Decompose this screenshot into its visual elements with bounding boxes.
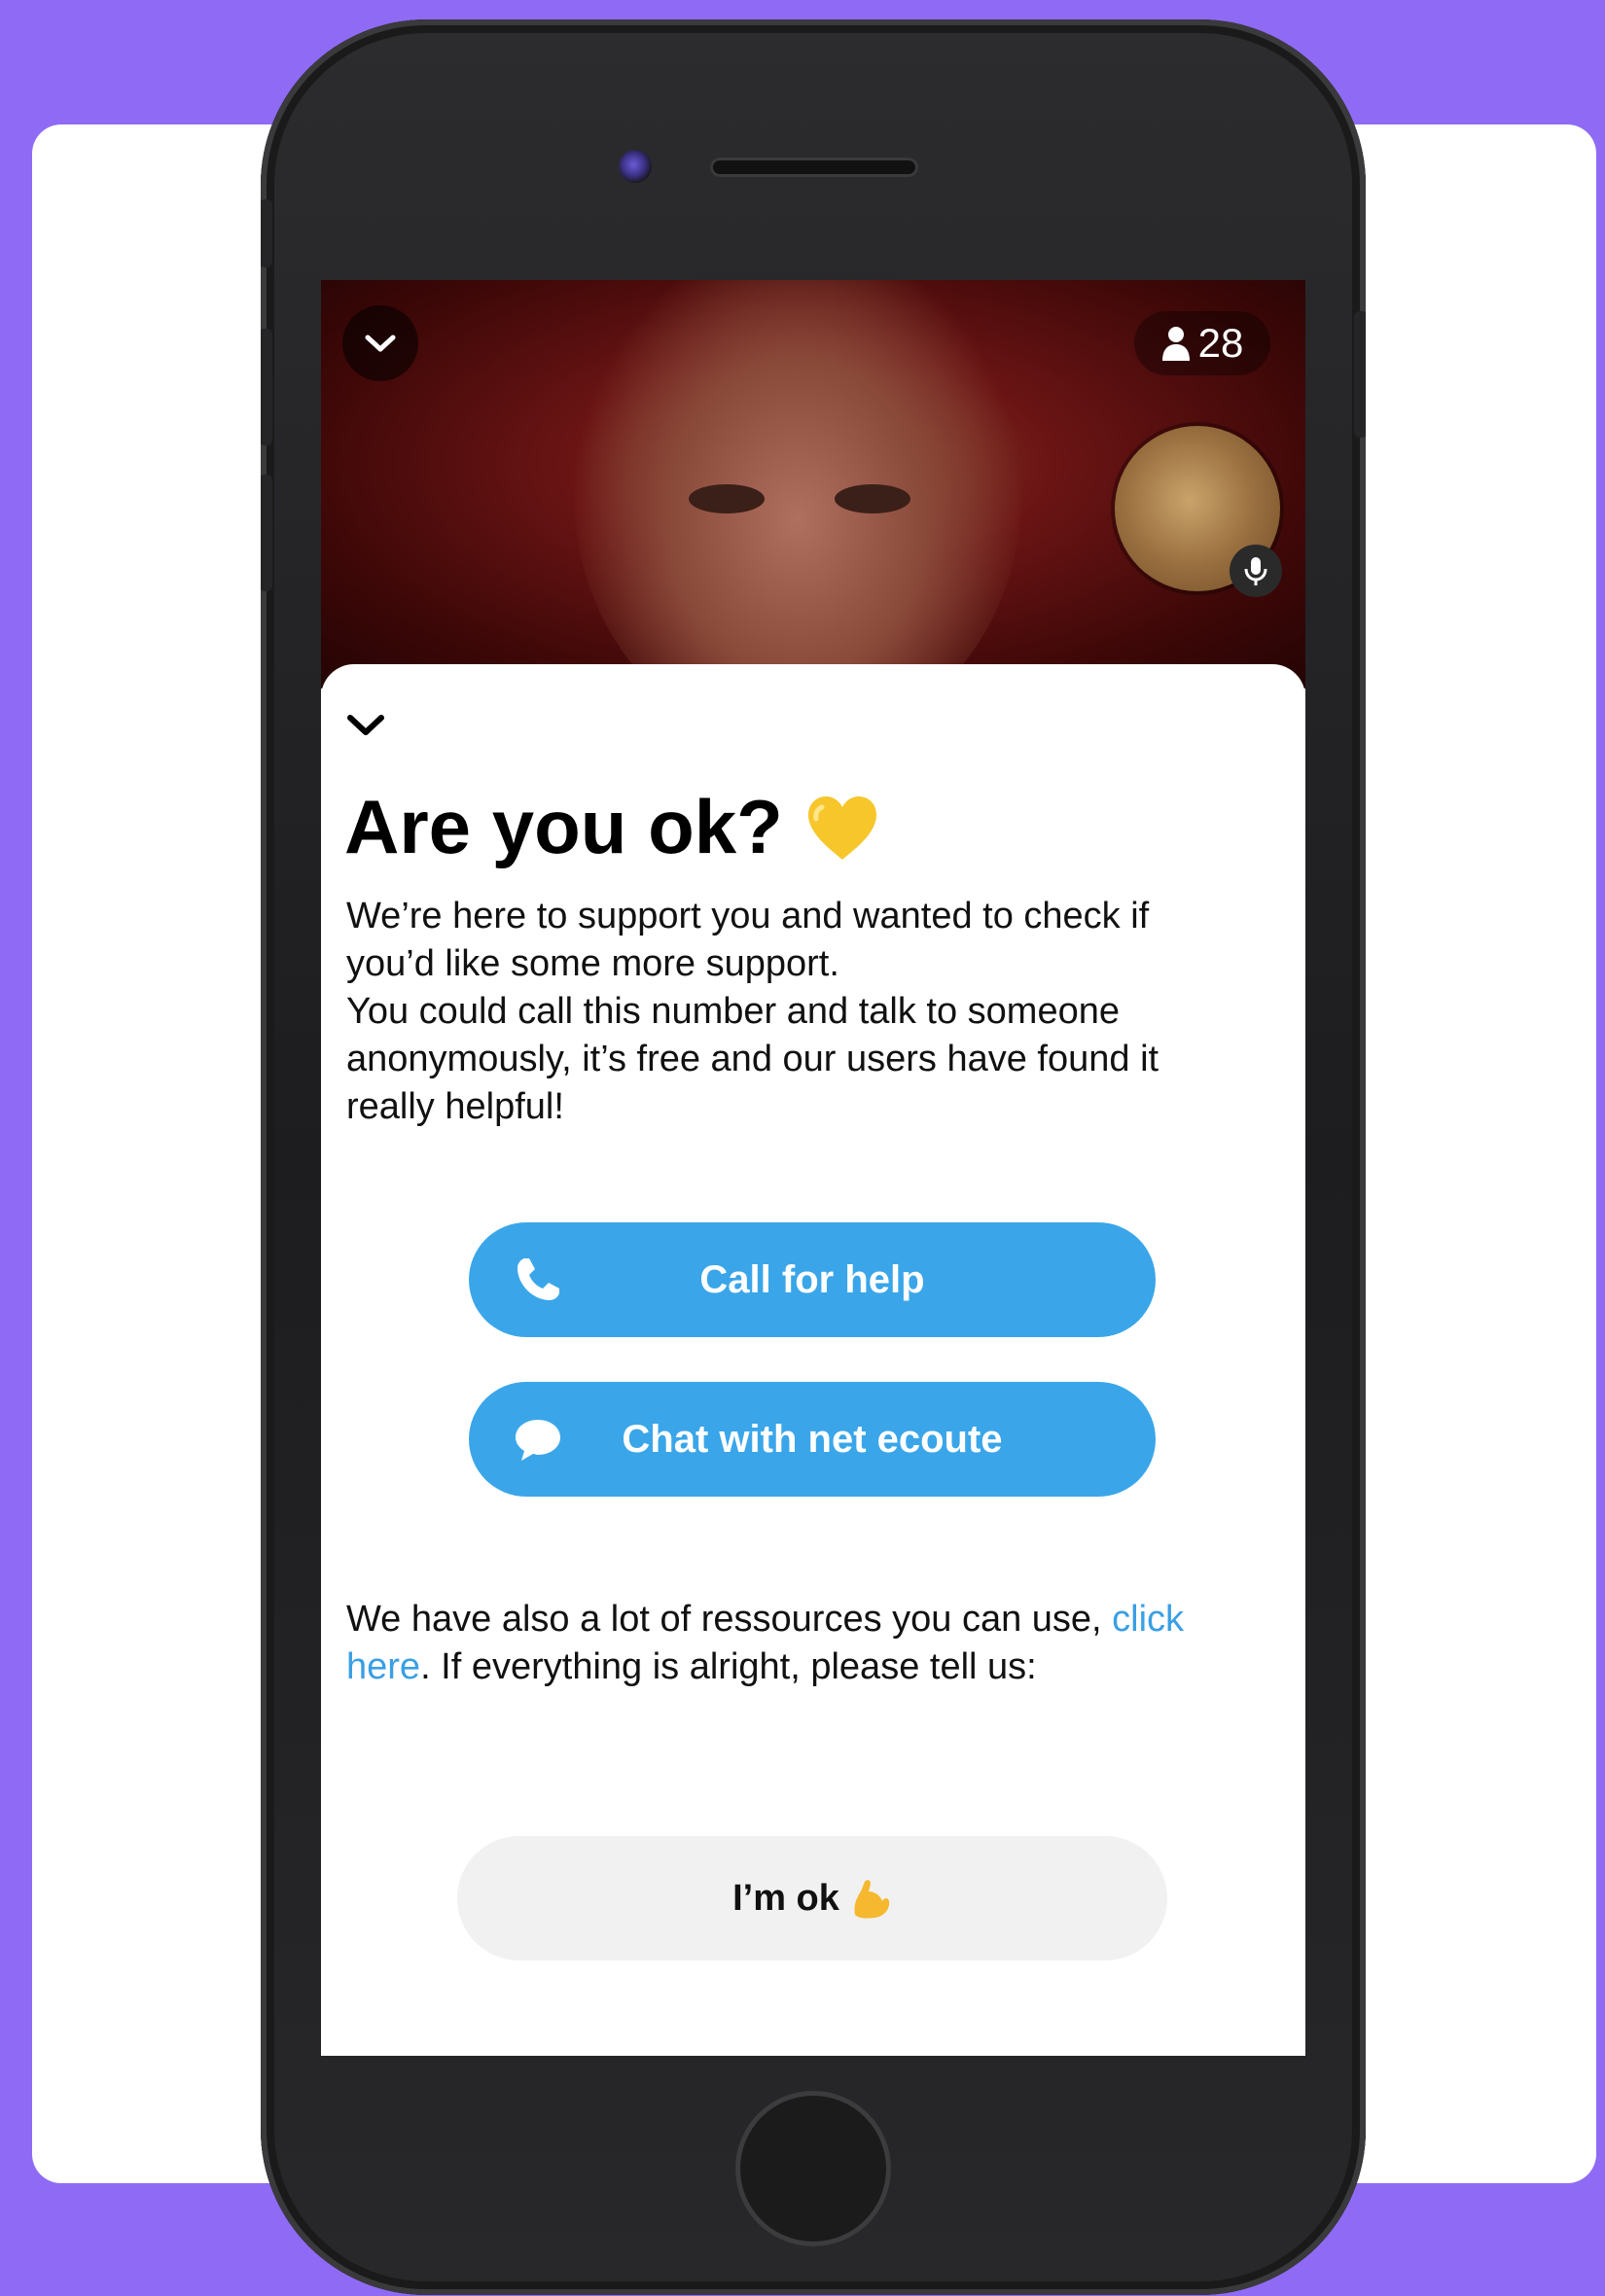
im-ok-label: I’m ok — [732, 1877, 839, 1919]
viewer-count-badge: 28 — [1134, 311, 1270, 375]
person-icon — [1161, 327, 1190, 361]
home-button[interactable] — [735, 2091, 891, 2246]
minimize-stream-button[interactable] — [342, 305, 418, 381]
call-info-text: You could call this number and talk to s… — [346, 991, 1159, 1127]
dialog-title-text: Are you ok? — [344, 784, 783, 869]
flexed-bicep-icon — [854, 1880, 890, 1919]
call-for-help-label: Call for help — [699, 1257, 925, 1301]
resources-text: We have also a lot of ressources you can… — [346, 1596, 1222, 1691]
yellow-heart-icon — [807, 795, 876, 860]
im-ok-button[interactable]: I’m ok — [457, 1836, 1167, 1960]
call-for-help-button[interactable]: Call for help — [469, 1222, 1156, 1337]
resources-text-after: . If everything is alright, please tell … — [420, 1646, 1037, 1687]
chevron-down-icon — [365, 335, 396, 352]
close-sheet-chevron-icon[interactable] — [344, 711, 387, 740]
intro-text: We’re here to support you and wanted to … — [346, 896, 1150, 984]
speech-bubble-icon — [516, 1420, 560, 1461]
phone-frame: 28 Are you ok? We’re here to support you… — [261, 19, 1366, 2295]
guest-mic-badge — [1230, 545, 1282, 597]
support-sheet: Are you ok? We’re here to support you an… — [321, 664, 1305, 2056]
chat-with-net-ecoute-label: Chat with net ecoute — [622, 1417, 1003, 1461]
streamer-eye-right — [835, 484, 910, 513]
mute-switch — [261, 199, 272, 267]
microphone-icon — [1244, 557, 1267, 585]
dialog-title: Are you ok? — [344, 783, 880, 871]
chat-with-net-ecoute-button[interactable]: Chat with net ecoute — [469, 1382, 1156, 1497]
streamer-eye-left — [689, 484, 765, 513]
earpiece-speaker — [710, 158, 918, 177]
volume-up-button — [261, 329, 272, 445]
power-button — [1354, 311, 1366, 438]
viewer-count: 28 — [1197, 320, 1244, 366]
phone-icon — [517, 1258, 559, 1300]
phone-screen: 28 Are you ok? We’re here to support you… — [321, 280, 1305, 2056]
front-camera — [619, 150, 652, 183]
resources-text-before: We have also a lot of ressources you can… — [346, 1599, 1113, 1640]
live-video: 28 — [321, 280, 1305, 747]
volume-down-button — [261, 475, 272, 591]
